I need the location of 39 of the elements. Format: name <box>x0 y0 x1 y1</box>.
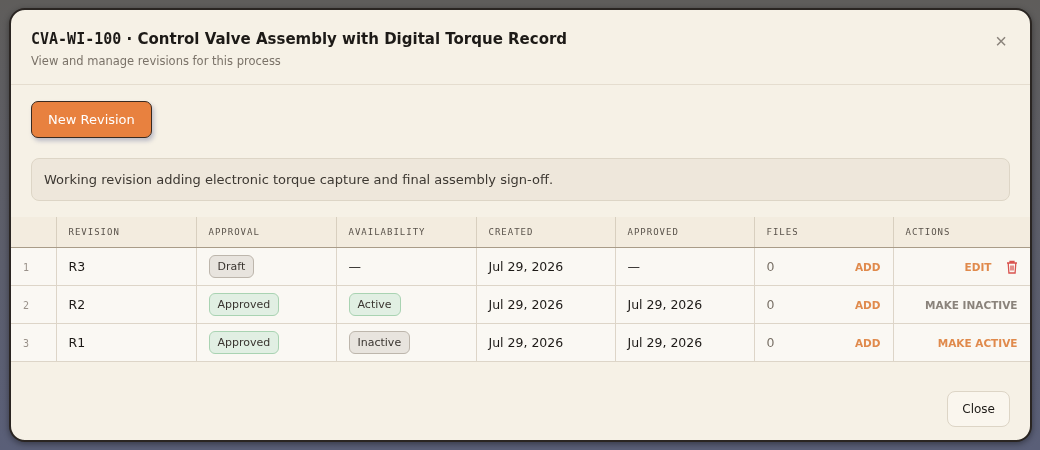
revision-name: R3 <box>68 259 86 274</box>
empty-value: — <box>348 259 361 274</box>
created-date: Jul 29, 2026 <box>488 259 564 274</box>
status-badge: Inactive <box>348 331 411 354</box>
add-file-link[interactable]: ADD <box>854 336 881 349</box>
approval-badge: Draft <box>208 255 255 278</box>
row-number: 3 <box>23 338 30 349</box>
created-date: Jul 29, 2026 <box>488 297 564 312</box>
created-date: Jul 29, 2026 <box>488 335 564 350</box>
revision-note: Working revision adding electronic torque capture and final assembly sign-off. <box>31 158 1010 201</box>
dialog-subtitle: View and manage revisions for this process <box>31 54 282 68</box>
approved-date: — <box>627 259 640 274</box>
row-number: 1 <box>23 262 30 273</box>
edit-link[interactable]: EDIT <box>964 260 992 273</box>
status-badge: Active <box>348 293 401 316</box>
revision-name: R1 <box>68 335 86 350</box>
revision-name: R2 <box>68 297 86 312</box>
file-count: 0 <box>766 335 775 350</box>
row-number: 2 <box>23 300 30 311</box>
add-file-link[interactable]: ADD <box>854 298 881 311</box>
column-header: CREATED <box>476 217 615 248</box>
column-header: APPROVED <box>615 217 754 248</box>
close-button[interactable]: Close <box>947 391 1010 427</box>
column-header: AVAILABILITY <box>336 217 476 248</box>
column-header: REVISION <box>56 217 196 248</box>
file-count: 0 <box>766 259 775 274</box>
approved-date: Jul 29, 2026 <box>627 335 703 350</box>
file-count: 0 <box>766 297 775 312</box>
column-header: FILES <box>754 217 893 248</box>
make-active-link[interactable]: MAKE ACTIVE <box>937 336 1018 349</box>
column-header: APPROVAL <box>196 217 336 248</box>
dialog-title: CVA-WI-100 · Control Valve Assembly with Digital Torque Record <box>31 30 568 48</box>
column-header: ACTIONS <box>893 217 1030 248</box>
trash-icon[interactable] <box>1005 259 1018 274</box>
approved-date: Jul 29, 2026 <box>627 297 703 312</box>
add-file-link[interactable]: ADD <box>854 260 881 273</box>
approval-badge: Approved <box>208 331 280 354</box>
new-revision-button[interactable]: New Revision <box>31 101 152 138</box>
approval-badge: Approved <box>208 293 280 316</box>
